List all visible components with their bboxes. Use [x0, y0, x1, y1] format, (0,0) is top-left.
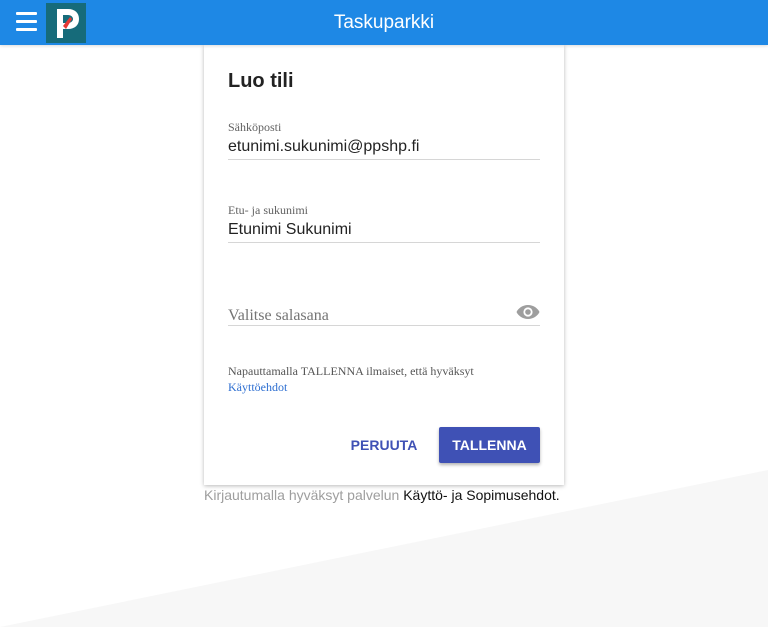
- cancel-button[interactable]: PERUUTA: [344, 427, 424, 463]
- app-logo-icon[interactable]: [46, 3, 86, 43]
- card-title: Luo tili: [228, 70, 294, 92]
- email-underline: [228, 159, 540, 160]
- password-input[interactable]: [228, 305, 508, 327]
- name-underline: [228, 242, 540, 243]
- email-field: Sähköposti: [228, 120, 540, 162]
- password-field: [228, 300, 540, 330]
- terms-notice: Napauttamalla TALLENNA ilmaiset, että hy…: [228, 363, 540, 395]
- app-bar: Taskuparkki: [0, 0, 768, 45]
- hamburger-menu-icon[interactable]: [16, 12, 37, 32]
- eye-icon[interactable]: [516, 304, 540, 320]
- email-label: Sähköposti: [228, 120, 282, 134]
- footer-notice-text: Kirjautumalla hyväksyt palvelun: [204, 487, 400, 503]
- logo-p-glyph: [46, 3, 86, 43]
- name-field: Etu- ja sukunimi: [228, 203, 540, 245]
- create-account-card: Luo tili Sähköposti Etu- ja sukunimi Nap…: [204, 45, 564, 485]
- name-input[interactable]: [228, 219, 540, 241]
- terms-notice-text: Napauttamalla TALLENNA ilmaiset, että hy…: [228, 364, 474, 378]
- app-title: Taskuparkki: [333, 12, 435, 33]
- save-button[interactable]: TALLENNA: [439, 427, 540, 463]
- password-underline: [228, 325, 540, 326]
- name-label: Etu- ja sukunimi: [228, 203, 308, 217]
- email-input[interactable]: [228, 136, 540, 158]
- footer-notice: Kirjautumalla hyväksyt palvelun Käyttö- …: [204, 487, 584, 503]
- footer-terms-link[interactable]: Käyttö- ja Sopimusehdot.: [403, 487, 559, 503]
- terms-link[interactable]: Käyttöehdot: [228, 380, 287, 394]
